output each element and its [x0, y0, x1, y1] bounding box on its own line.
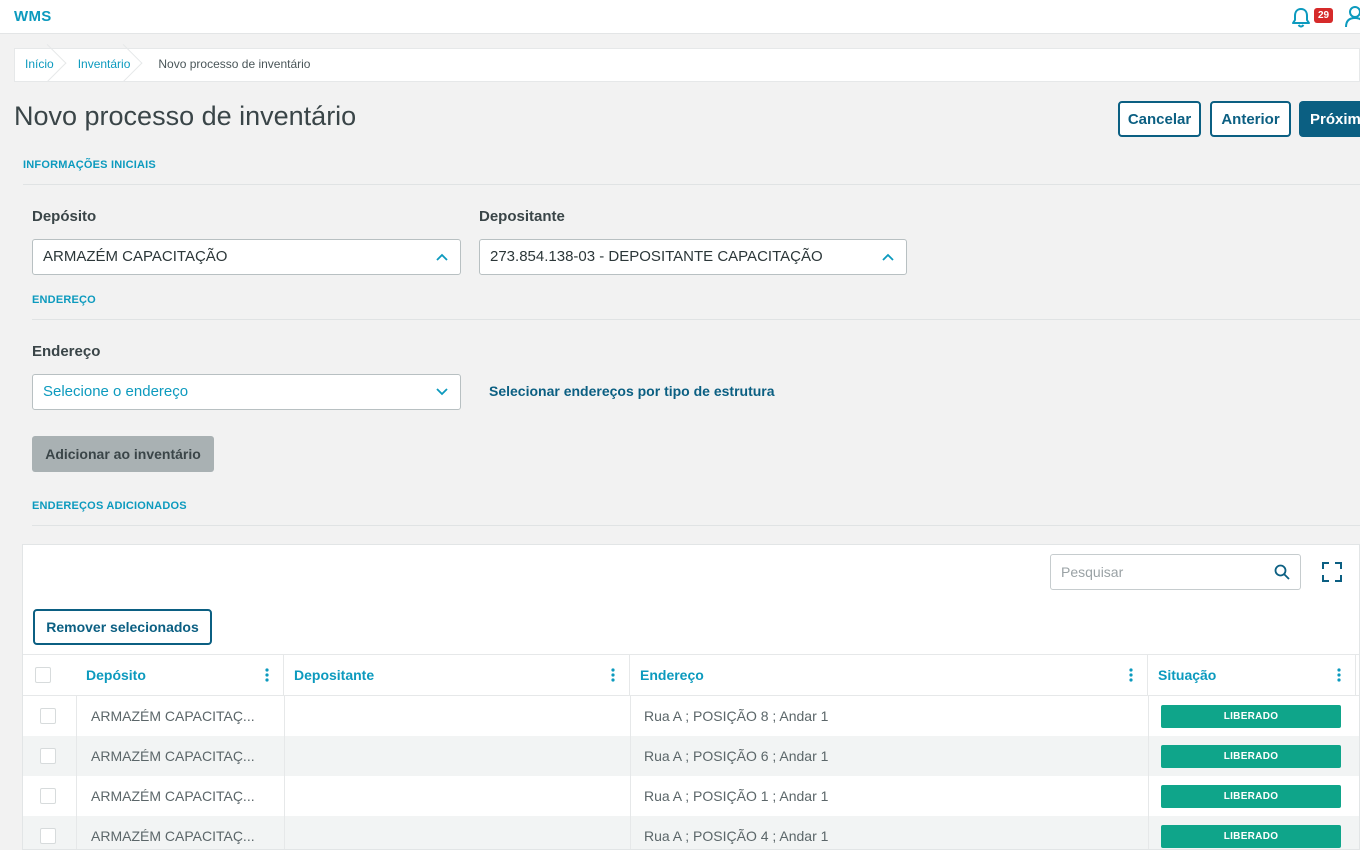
table-row[interactable]: ARMAZÉM CAPACITAÇ... Rua A ; POSIÇÃO 4 ;… — [23, 816, 1359, 849]
previous-button[interactable]: Anterior — [1210, 101, 1291, 137]
app-logo[interactable]: WMS — [14, 8, 52, 25]
select-all-checkbox[interactable] — [35, 667, 51, 683]
cancel-button[interactable]: Cancelar — [1118, 101, 1201, 137]
remove-selected-button[interactable]: Remover selecionados — [33, 609, 212, 645]
status-badge: LIBERADO — [1161, 825, 1341, 848]
deposito-label: Depósito — [32, 208, 97, 225]
status-badge: LIBERADO — [1161, 705, 1341, 728]
column-depositante[interactable]: Depositante — [284, 655, 630, 695]
table-header: Depósito Depositante Endereço Situação — [23, 654, 1359, 696]
table-row[interactable]: ARMAZÉM CAPACITAÇ... Rua A ; POSIÇÃO 1 ;… — [23, 776, 1359, 816]
row-checkbox[interactable] — [40, 708, 56, 724]
top-bar: WMS 29 — [0, 0, 1360, 34]
column-divider — [1148, 696, 1149, 736]
addresses-table: Pesquisar Remover selecionados Depósito … — [22, 544, 1360, 850]
column-divider — [630, 696, 631, 736]
cell-depositante — [294, 776, 624, 816]
cell-endereco: Rua A ; POSIÇÃO 4 ; Andar 1 — [644, 828, 829, 844]
breadcrumb-current: Novo processo de inventário — [158, 57, 311, 71]
endereco-label: Endereço — [32, 343, 101, 360]
depositante-label: Depositante — [479, 208, 565, 225]
search-icon[interactable] — [1274, 564, 1290, 580]
cell-depositante — [294, 736, 624, 776]
page-title: Novo processo de inventário — [14, 101, 357, 131]
cell-deposito: ARMAZÉM CAPACITAÇ... — [91, 708, 255, 724]
column-label: Endereço — [640, 667, 704, 683]
column-divider — [1148, 816, 1149, 849]
chevron-up-icon — [436, 253, 448, 261]
more-vertical-icon[interactable] — [1129, 668, 1133, 682]
cell-deposito: ARMAZÉM CAPACITAÇ... — [91, 828, 255, 844]
column-divider — [76, 696, 77, 736]
add-to-inventory-button[interactable]: Adicionar ao inventário — [32, 436, 214, 472]
column-divider — [76, 816, 77, 849]
column-divider — [76, 776, 77, 816]
more-vertical-icon[interactable] — [1337, 668, 1341, 682]
section-initial-info: INFORMAÇÕES INICIAIS — [23, 159, 156, 171]
breadcrumb: Início Inventário Novo processo de inven… — [14, 48, 1360, 82]
chevron-up-icon — [882, 253, 894, 261]
depositante-select[interactable]: 273.854.138-03 - DEPOSITANTE CAPACITAÇÃO — [479, 239, 907, 275]
row-checkbox[interactable] — [40, 828, 56, 844]
column-situacao[interactable]: Situação — [1148, 655, 1356, 695]
column-divider — [1148, 776, 1149, 816]
deposito-select[interactable]: ARMAZÉM CAPACITAÇÃO — [32, 239, 461, 275]
divider — [32, 319, 1360, 320]
column-endereco[interactable]: Endereço — [630, 655, 1148, 695]
column-divider — [284, 816, 285, 849]
column-label: Situação — [1158, 667, 1217, 683]
column-divider — [284, 776, 285, 816]
row-checkbox[interactable] — [40, 748, 56, 764]
cell-endereco: Rua A ; POSIÇÃO 6 ; Andar 1 — [644, 748, 829, 764]
more-vertical-icon[interactable] — [611, 668, 615, 682]
cell-endereco: Rua A ; POSIÇÃO 8 ; Andar 1 — [644, 708, 829, 724]
status-badge: LIBERADO — [1161, 785, 1341, 808]
deposito-value: ARMAZÉM CAPACITAÇÃO — [43, 248, 228, 265]
column-deposito[interactable]: Depósito — [76, 655, 284, 695]
depositante-value: 273.854.138-03 - DEPOSITANTE CAPACITAÇÃO — [490, 248, 823, 265]
endereco-placeholder: Selecione o endereço — [43, 383, 189, 400]
column-divider — [630, 816, 631, 849]
endereco-select[interactable]: Selecione o endereço — [32, 374, 461, 410]
column-divider — [1148, 736, 1149, 776]
column-divider — [284, 696, 285, 736]
cell-depositante — [294, 696, 624, 736]
more-vertical-icon[interactable] — [265, 668, 269, 682]
cell-deposito: ARMAZÉM CAPACITAÇ... — [91, 748, 255, 764]
section-added: ENDEREÇOS ADICIONADOS — [32, 500, 187, 512]
notification-badge[interactable]: 29 — [1314, 8, 1333, 23]
chevron-down-icon — [436, 388, 448, 396]
breadcrumb-inventory[interactable]: Inventário — [68, 48, 145, 82]
cell-endereco: Rua A ; POSIÇÃO 1 ; Andar 1 — [644, 788, 829, 804]
table-row[interactable]: ARMAZÉM CAPACITAÇ... Rua A ; POSIÇÃO 8 ;… — [23, 696, 1359, 736]
select-by-structure-link[interactable]: Selecionar endereços por tipo de estrutu… — [489, 383, 775, 399]
divider — [32, 525, 1360, 526]
column-divider — [630, 776, 631, 816]
divider — [23, 184, 1360, 185]
column-divider — [630, 736, 631, 776]
user-icon[interactable] — [1344, 4, 1360, 28]
cell-depositante — [294, 816, 624, 849]
next-button[interactable]: Próximo — [1299, 101, 1360, 137]
column-divider — [284, 736, 285, 776]
bell-icon[interactable] — [1290, 6, 1312, 28]
row-checkbox[interactable] — [40, 788, 56, 804]
cell-deposito: ARMAZÉM CAPACITAÇ... — [91, 788, 255, 804]
column-label: Depósito — [86, 667, 146, 683]
search-input[interactable]: Pesquisar — [1050, 554, 1301, 590]
section-address: ENDEREÇO — [32, 294, 96, 306]
status-badge: LIBERADO — [1161, 745, 1341, 768]
breadcrumb-home[interactable]: Início — [15, 48, 68, 82]
search-placeholder: Pesquisar — [1061, 564, 1124, 580]
table-row[interactable]: ARMAZÉM CAPACITAÇ... Rua A ; POSIÇÃO 6 ;… — [23, 736, 1359, 776]
column-divider — [76, 736, 77, 776]
column-label: Depositante — [294, 667, 375, 683]
expand-icon[interactable] — [1321, 561, 1343, 583]
